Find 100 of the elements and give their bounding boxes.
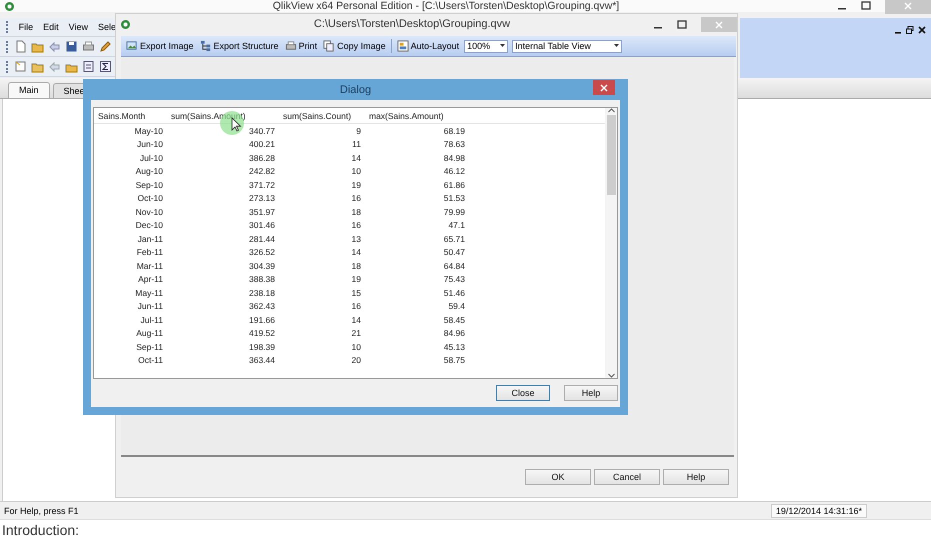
toolbar-button[interactable]: Export Image (125, 40, 195, 52)
table-cell-text: 15 (350, 288, 362, 298)
table-cell-text: May-10 (134, 126, 164, 136)
dialog-button[interactable]: Help (564, 385, 618, 401)
table-cell-text: 18 (350, 260, 362, 271)
table-cell-text: 20 (350, 355, 362, 366)
table-cell-text: 273.13 (248, 193, 276, 204)
table-cell-text: 64.84 (442, 260, 466, 271)
dialog-button[interactable]: Help (663, 469, 729, 485)
close-icon (904, 2, 912, 10)
maximize-icon[interactable] (677, 20, 687, 30)
table-cell-text: 68.19 (442, 126, 466, 136)
restore-icon[interactable] (906, 26, 914, 34)
table-cell-text: 51.46 (442, 288, 466, 298)
close-button[interactable] (593, 80, 615, 95)
table-cell-text: 242.82 (248, 166, 276, 176)
printer-icon[interactable] (82, 40, 95, 53)
page-icon[interactable] (14, 40, 27, 53)
dropdown[interactable]: Internal Table View (512, 40, 622, 52)
dialog-button[interactable]: OK (525, 469, 591, 485)
table-cell-text: Feb-11 (136, 247, 164, 258)
table-cell-text: 21 (350, 328, 362, 338)
table-cell-text: 84.96 (442, 328, 466, 338)
menu-item[interactable]: Sele (98, 22, 116, 32)
table-cell-text: 14 (350, 247, 362, 258)
table-cell-text: 79.99 (442, 206, 466, 217)
toolbar-button[interactable]: Print (284, 40, 318, 52)
table-cell-text: Aug-10 (134, 166, 164, 176)
table-cell-text: 400.21 (248, 139, 276, 150)
arrow-icon[interactable] (48, 40, 61, 53)
dialog-button[interactable]: Close (496, 385, 550, 401)
table-cell-text: 14 (350, 314, 362, 325)
close-icon (715, 20, 723, 28)
table-cell-text: 386.28 (248, 152, 276, 163)
table-cell-text: 16 (350, 301, 362, 312)
column-header[interactable]: sum(Sains.Count) (279, 110, 365, 120)
table-cell-text: 10 (350, 166, 362, 176)
column-header[interactable]: max(Sains.Amount) (365, 110, 469, 120)
table-cell-text: Dec-10 (134, 220, 164, 230)
table-cell-text: Nov-10 (134, 206, 164, 217)
table-cell-text: 191.66 (248, 314, 276, 325)
table-cell-text: Jan-11 (136, 234, 164, 244)
chevron-down-icon[interactable] (608, 373, 614, 378)
table-cell-text: 45.13 (442, 342, 466, 352)
maximize-icon[interactable] (861, 1, 871, 11)
table-cell-text: 304.39 (248, 260, 276, 271)
table-cell-text: 16 (350, 220, 362, 230)
menu-item[interactable]: View (68, 22, 88, 32)
window-title: QlikView x64 Personal Edition - [C:\Users\Torsten\Desktop\Grouping.qvw*] (272, 0, 620, 12)
table-cell-text: 51.53 (442, 193, 466, 204)
table-cell-text: 9 (355, 126, 362, 136)
table-cell-text: 84.98 (442, 152, 466, 163)
table-cell-text: Jun-10 (136, 139, 164, 150)
toolbar-button[interactable]: Auto-Layout (396, 40, 460, 52)
pencil-icon[interactable] (99, 40, 112, 53)
table-cell-text: Sep-10 (134, 180, 164, 190)
table-cell-text: 78.63 (442, 139, 466, 150)
table-cell-text: Jul-11 (139, 314, 164, 325)
table-cell-text: 19 (350, 180, 362, 190)
sheet-tab[interactable]: Main (8, 82, 50, 98)
sum-icon[interactable] (99, 60, 112, 73)
table-cell-text: 47.1 (447, 220, 466, 230)
table-cell-text: 238.18 (248, 288, 276, 298)
table-cell-text: 58.75 (442, 355, 466, 366)
toolbar-button[interactable]: Export Structure (198, 40, 280, 52)
copy-icon (323, 40, 336, 52)
chart-structure-icon (200, 40, 212, 52)
table-cell-text: 13 (350, 234, 362, 244)
dialog-title: Dialog (340, 84, 372, 96)
dropdown[interactable]: 100% (464, 40, 508, 52)
app-logo-icon (120, 19, 131, 30)
table-cell-text: Aug-11 (135, 328, 164, 338)
table-cell-text: 10 (350, 342, 362, 352)
table-cell-text: 61.86 (442, 180, 466, 190)
table-cell-text: 371.72 (248, 180, 276, 190)
table-cell-text: Oct-11 (137, 355, 164, 366)
table-cell-text: 65.71 (442, 234, 466, 244)
printer-icon (284, 40, 297, 52)
caret-icon (500, 44, 506, 48)
table-cell-text: Jul-10 (138, 152, 164, 163)
window-title: C:\Users\Torsten\Desktop\Grouping.qvw (312, 17, 512, 32)
table-cell-text: 11 (351, 139, 362, 150)
page-icon[interactable] (14, 60, 27, 73)
table-cell-text: 50.47 (442, 247, 466, 258)
table-cell-text: 351.97 (248, 206, 276, 217)
status-text: For Help, press F1 (4, 506, 79, 516)
scroll-thumb[interactable] (606, 115, 616, 195)
menu-item[interactable]: File (18, 22, 34, 32)
chevron-up-icon[interactable] (608, 108, 614, 113)
close-icon[interactable] (918, 26, 926, 34)
table-cell-text: 46.12 (442, 166, 466, 176)
column-header[interactable]: sum(Sains.Amount) (167, 110, 279, 120)
list-icon[interactable] (82, 60, 95, 73)
toolbar-button[interactable]: Copy Image (322, 40, 387, 52)
menu-item[interactable]: Edit (43, 22, 59, 32)
column-header[interactable]: Sains.Month (94, 110, 167, 120)
table-cell-text: 281.44 (248, 234, 276, 244)
dialog-button[interactable]: Cancel (594, 469, 660, 485)
scrollbar[interactable] (605, 108, 617, 378)
table-cell-text: 59.4 (447, 301, 466, 312)
